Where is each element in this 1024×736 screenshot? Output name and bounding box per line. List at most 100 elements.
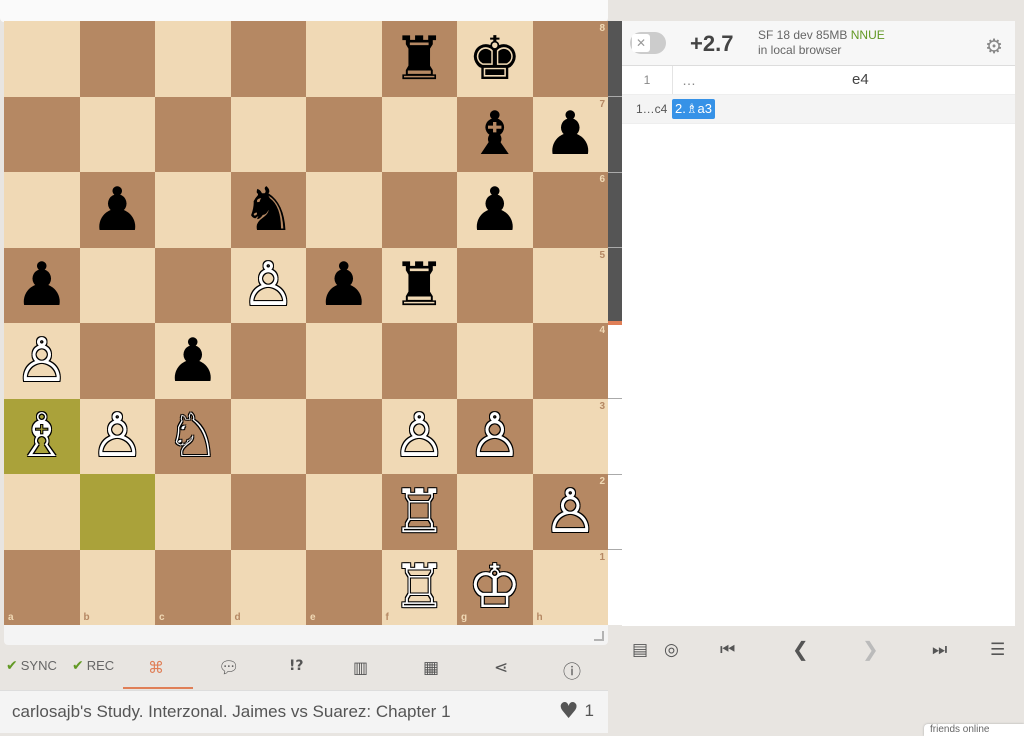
chess-board[interactable]: ♜ ♚ 8 ♝ 7 ♟ ♟ ♞ ♟ 6 ♟ ♙ ♟ ♜ 5 ♙ ♟ 4 ♗ ♙ ♘ ♙ ♙ 3 ♖ 2 ♙ a b c d e f ♖ g ♔ 1 h (4, 21, 608, 625)
square-c4[interactable]: ♟ (155, 323, 231, 399)
share-icon[interactable]: ⋖ (494, 658, 508, 678)
white-rook-icon[interactable]: ♖ (392, 482, 446, 542)
square-e7[interactable] (306, 96, 382, 172)
square-h1[interactable]: 1h (532, 549, 608, 625)
square-e6[interactable] (306, 172, 382, 248)
square-f5[interactable]: ♜ (381, 247, 457, 323)
square-c5[interactable] (155, 247, 231, 323)
square-a8[interactable] (4, 21, 80, 97)
white-knight-icon[interactable]: ♘ (166, 406, 220, 466)
square-g6[interactable]: ♟ (457, 172, 533, 248)
target-icon[interactable]: ◎ (664, 640, 679, 660)
square-g2[interactable] (457, 474, 533, 550)
square-d7[interactable] (230, 96, 306, 172)
square-h2[interactable]: 2 ♙ (532, 474, 608, 550)
square-c2[interactable] (155, 474, 231, 550)
last-icon[interactable]: ⏭ (932, 640, 947, 660)
white-pawn-icon[interactable]: ♙ (543, 482, 597, 542)
glyphs-icon[interactable]: !? (289, 658, 304, 674)
white-pawn-icon[interactable]: ♙ (15, 331, 69, 391)
black-pawn-icon[interactable]: ♟ (468, 180, 522, 240)
square-a5[interactable]: ♟ (4, 247, 80, 323)
square-e2[interactable] (306, 474, 382, 550)
square-e4[interactable] (306, 323, 382, 399)
square-g4[interactable] (457, 323, 533, 399)
gear-icon[interactable]: ⚙ (985, 34, 1003, 59)
rec-button[interactable]: ✔ REC (72, 658, 114, 674)
square-c8[interactable] (155, 21, 231, 97)
square-b1[interactable]: b (79, 549, 155, 625)
first-icon[interactable]: ⏮ (720, 640, 735, 660)
square-a3[interactable]: ♗ (4, 398, 80, 474)
black-rook-icon[interactable]: ♜ (392, 255, 446, 315)
info-icon[interactable]: ⓘ (563, 658, 581, 684)
white-pawn-icon[interactable]: ♙ (468, 406, 522, 466)
white-king-icon[interactable]: ♔ (468, 557, 522, 617)
square-d8[interactable] (230, 21, 306, 97)
chart-icon[interactable]: ▥ (353, 658, 368, 677)
square-g8[interactable]: ♚ (457, 21, 533, 97)
square-h3[interactable]: 3 (532, 398, 608, 474)
white-pawn-icon[interactable]: ♙ (392, 406, 446, 466)
square-c1[interactable]: c (155, 549, 231, 625)
friends-box[interactable]: friends online (924, 724, 1024, 736)
square-e1[interactable]: e (306, 549, 382, 625)
black-bishop-icon[interactable]: ♝ (468, 104, 522, 164)
white-rook-icon[interactable]: ♖ (392, 557, 446, 617)
square-d3[interactable] (230, 398, 306, 474)
like-button[interactable]: ♥ 1 (559, 699, 594, 724)
square-b5[interactable] (79, 247, 155, 323)
prev-icon[interactable]: ❮ (792, 637, 809, 661)
square-b4[interactable] (79, 323, 155, 399)
square-g1[interactable]: g ♔ (457, 549, 533, 625)
square-f2[interactable]: ♖ (381, 474, 457, 550)
resize-handle-icon[interactable] (594, 631, 604, 641)
square-h7[interactable]: 7 ♟ (532, 96, 608, 172)
square-a6[interactable] (4, 172, 80, 248)
square-f8[interactable]: ♜ (381, 21, 457, 97)
square-h4[interactable]: 4 (532, 323, 608, 399)
square-d5[interactable]: ♙ (230, 247, 306, 323)
square-h5[interactable]: 5 (532, 247, 608, 323)
square-g7[interactable]: ♝ (457, 96, 533, 172)
black-king-icon[interactable]: ♚ (468, 29, 522, 89)
variation-prefix[interactable]: 1…c4 (636, 95, 667, 123)
black-pawn-icon[interactable]: ♟ (15, 255, 69, 315)
square-a1[interactable]: a (4, 549, 80, 625)
white-pawn-icon[interactable]: ♙ (90, 406, 144, 466)
sync-button[interactable]: ✔ SYNC (6, 658, 57, 674)
tag-icon[interactable]: ⌘ (148, 658, 164, 677)
square-a2[interactable] (4, 474, 80, 550)
square-f7[interactable] (381, 96, 457, 172)
black-pawn-icon[interactable]: ♟ (166, 331, 220, 391)
white-bishop-icon[interactable]: ♗ (15, 406, 69, 466)
square-a4[interactable]: ♙ (4, 323, 80, 399)
black-pawn-icon[interactable]: ♟ (90, 180, 144, 240)
square-d2[interactable] (230, 474, 306, 550)
black-rook-icon[interactable]: ♜ (392, 29, 446, 89)
square-f4[interactable] (381, 323, 457, 399)
square-h8[interactable]: 8 (532, 21, 608, 97)
square-d1[interactable]: d (230, 549, 306, 625)
square-b2[interactable] (79, 474, 155, 550)
square-f1[interactable]: f ♖ (381, 549, 457, 625)
black-pawn-icon[interactable]: ♟ (317, 255, 371, 315)
square-e3[interactable] (306, 398, 382, 474)
square-c6[interactable] (155, 172, 231, 248)
square-e5[interactable]: ♟ (306, 247, 382, 323)
engine-toggle[interactable]: ✕ (630, 32, 666, 54)
square-c3[interactable]: ♘ (155, 398, 231, 474)
square-d6[interactable]: ♞ (230, 172, 306, 248)
square-c7[interactable] (155, 96, 231, 172)
square-a7[interactable] (4, 96, 80, 172)
square-b3[interactable]: ♙ (79, 398, 155, 474)
next-icon[interactable]: ❯ (862, 637, 879, 661)
comment-icon[interactable]: 💬︎ (218, 658, 240, 678)
book-icon[interactable]: ▤ (632, 640, 648, 660)
square-d4[interactable] (230, 323, 306, 399)
square-f6[interactable] (381, 172, 457, 248)
square-b7[interactable] (79, 96, 155, 172)
square-b8[interactable] (79, 21, 155, 97)
square-g3[interactable]: ♙ (457, 398, 533, 474)
black-pawn-icon[interactable]: ♟ (543, 104, 597, 164)
